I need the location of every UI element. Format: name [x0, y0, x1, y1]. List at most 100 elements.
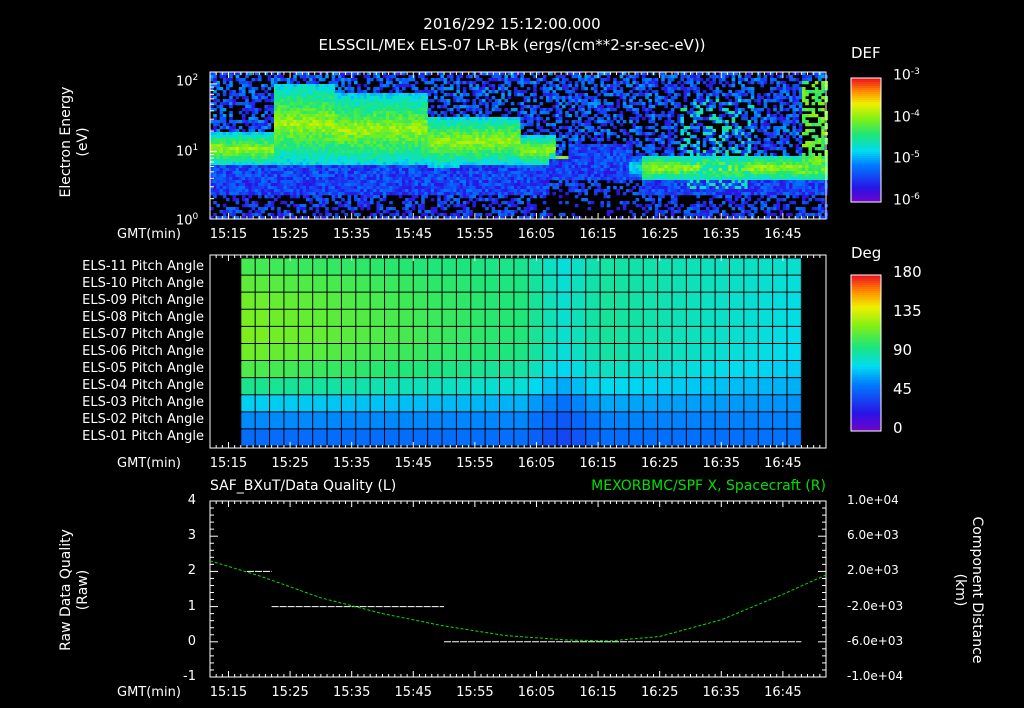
spectrogram-cell: [491, 126, 496, 130]
spectrogram-cell: [533, 93, 537, 97]
spectrogram-cell: [366, 162, 371, 166]
spectrogram-cell: [251, 114, 256, 118]
spectrogram-cell: [491, 192, 496, 196]
spectrogram-cell: [245, 153, 249, 157]
spectrogram-cell: [520, 90, 524, 94]
spectrogram-cell: [600, 84, 604, 88]
spectrogram-cell: [478, 123, 483, 127]
spectrogram-cell: [546, 168, 550, 172]
spectrogram-cell: [373, 153, 377, 157]
spectrogram-cell: [402, 174, 406, 178]
spectrogram-cell: [536, 105, 540, 109]
spectrogram-cell: [437, 153, 441, 157]
spectrogram-cell: [248, 117, 252, 121]
spectrogram-cell: [610, 144, 614, 148]
spectrogram-cell: [306, 126, 310, 130]
spectrogram-cell: [389, 105, 393, 109]
spectrogram-cell: [456, 81, 460, 85]
spectrogram-cell: [366, 192, 371, 196]
spectrogram-cell: [280, 159, 284, 163]
spectrogram-cell: [376, 90, 380, 94]
spectrogram-cell: [504, 123, 508, 127]
spectrogram-cell: [382, 117, 387, 121]
spectrogram-cell: [472, 123, 476, 127]
spectrogram-cell: [488, 153, 492, 157]
spectrogram-cell: [574, 204, 579, 208]
spectrogram-cell: [488, 177, 492, 181]
spectrogram-cell: [456, 99, 460, 103]
spectrogram-cell: [261, 174, 265, 178]
spectrogram-cell: [446, 183, 451, 187]
spectrogram-cell: [309, 159, 313, 163]
spectrogram-cell: [606, 180, 611, 184]
spectrogram-cell: [526, 168, 531, 172]
spectrogram-cell: [581, 153, 585, 157]
spectrogram-cell: [597, 117, 601, 121]
spectrogram-cell: [261, 87, 265, 91]
spectrogram-cell: [363, 177, 368, 181]
spectrogram-cell: [523, 165, 528, 169]
spectrogram-cell: [226, 147, 230, 151]
spectrogram-cell: [418, 111, 422, 115]
spectrogram-cell: [341, 93, 345, 97]
spectrogram-cell: [325, 144, 329, 148]
spectrogram-cell: [334, 156, 339, 160]
spectrogram-cell: [443, 174, 448, 178]
spectrogram-cell: [523, 207, 528, 211]
spectrogram-cell: [261, 177, 265, 181]
spectrogram-cell: [395, 144, 400, 148]
spectrogram-cell: [318, 129, 323, 133]
spectrogram-cell: [590, 144, 595, 148]
spectrogram-cell: [533, 207, 537, 211]
spectrogram-cell: [213, 213, 217, 217]
spectrogram-cell: [597, 165, 601, 169]
spectrogram-cell: [248, 126, 252, 130]
spectrogram-cell: [328, 153, 332, 157]
spectrogram-cell: [270, 186, 275, 190]
spectrogram-cell: [293, 93, 297, 97]
spectrogram-cell: [408, 159, 412, 163]
spectrogram-cell: [478, 129, 483, 133]
spectrogram-cell: [296, 144, 300, 148]
spectrogram-cell: [472, 90, 476, 94]
spectrogram-cell: [622, 81, 627, 85]
spectrogram-cell: [309, 183, 313, 187]
spectrogram-cell: [293, 147, 297, 151]
spectrogram-cell: [587, 144, 592, 148]
spectrogram-cell: [539, 156, 544, 160]
spectrogram-cell: [309, 153, 313, 157]
spectrogram-cell: [376, 174, 380, 178]
spectrogram-cell: [542, 93, 547, 97]
spectrogram-cell: [478, 174, 483, 178]
spectrogram-cell: [462, 135, 467, 139]
spectrogram-cell: [405, 99, 409, 103]
spectrogram-cell: [267, 75, 272, 79]
spectrogram-cell: [299, 99, 304, 103]
spectrogram-cell: [402, 207, 406, 211]
spectrogram-cell: [424, 129, 428, 133]
spectrogram-cell: [613, 174, 617, 178]
spectrogram-cell: [322, 108, 326, 112]
spectrogram-cell: [533, 144, 537, 148]
spectrogram-cell: [219, 75, 224, 79]
spectrogram-cell: [558, 144, 563, 148]
spectrogram-cell: [456, 174, 460, 178]
spectrogram-cell: [226, 198, 230, 202]
spectrogram-cell: [306, 105, 310, 109]
spectrogram-cell: [222, 114, 227, 118]
spectrogram-cell: [270, 111, 275, 115]
spectrogram-cell: [251, 78, 256, 82]
spectrogram-cell: [453, 174, 457, 178]
spectrogram-cell: [312, 108, 316, 112]
spectrogram-cell: [312, 84, 316, 88]
spectrogram-cell: [459, 105, 464, 109]
spectrogram-cell: [510, 108, 515, 112]
spectrogram-cell: [498, 183, 502, 187]
spectrogram-cell: [501, 87, 505, 91]
spectrogram-cell: [619, 165, 624, 169]
spectrogram-cell: [270, 156, 275, 160]
spectrogram-cell: [437, 117, 441, 121]
spectrogram-cell: [443, 195, 448, 199]
spectrogram-cell: [494, 183, 499, 187]
spectrogram-cell: [245, 180, 249, 184]
